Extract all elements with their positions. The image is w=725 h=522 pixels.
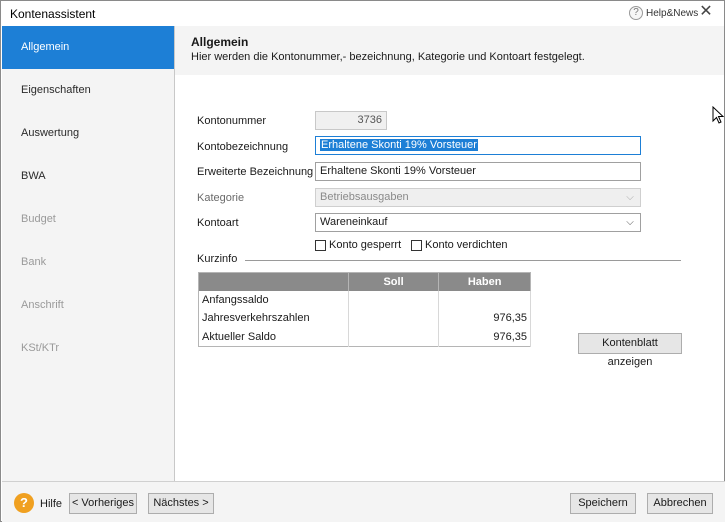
question-icon: ? — [629, 6, 643, 20]
sidebar-divider — [174, 26, 175, 481]
column-header-soll: Soll — [348, 272, 440, 291]
soll-cell — [348, 290, 440, 310]
haben-cell: 976,35 — [438, 309, 531, 328]
checkbox-box — [315, 239, 326, 251]
sidebar-item-allgemein[interactable]: Allgemein — [2, 26, 174, 69]
sidebar-item-budget: Budget — [21, 213, 56, 225]
table-row: Jahresverkehrszahlen 976,35 — [198, 309, 531, 328]
chevron-down-icon: ⌵ — [626, 217, 634, 228]
section-header: Allgemein Hier werden die Kontonummer,- … — [175, 26, 724, 75]
sidebar-item-bank: Bank — [21, 256, 47, 268]
konto-gesperrt-label: Konto gesperrt — [329, 239, 402, 251]
section-title: Allgemein — [191, 35, 249, 49]
help-news-label: Help&News — [646, 7, 699, 19]
sidebar-item-bwa[interactable]: BWA — [2, 155, 174, 198]
sidebar-item-anschrift: Anschrift — [21, 299, 64, 311]
sidebar: Allgemein Eigenschaften Auswertung BWA B… — [2, 26, 174, 481]
sidebar-item-kst-ktr: KSt/KTr — [21, 342, 60, 354]
title-bar: Kontenassistent ? Help&News ✕ — [1, 1, 724, 26]
column-header — [198, 272, 349, 291]
checkbox-box — [411, 239, 422, 251]
kontonummer-label: Kontonummer — [197, 115, 267, 127]
kurzinfo-table: Soll Haben Anfangssaldo Jahresverkehrsza… — [198, 272, 531, 347]
row-label: Aktueller Saldo — [198, 327, 349, 347]
column-header-haben: Haben — [438, 272, 531, 291]
section-subtitle: Hier werden die Kontonummer,- bezeichnun… — [191, 51, 585, 63]
kategorie-label: Kategorie — [197, 192, 245, 204]
help-label[interactable]: Hilfe — [40, 498, 62, 510]
kontenassistent-window: Kontenassistent ? Help&News ✕ Allgemein … — [0, 0, 725, 522]
haben-cell: 976,35 — [438, 327, 531, 347]
chevron-down-icon: ⌵ — [626, 192, 634, 203]
kontoart-label: Kontoart — [197, 217, 239, 229]
kontoart-value: Wareneinkauf — [320, 216, 388, 228]
kontenblatt-anzeigen-button[interactable]: Kontenblatt anzeigen — [578, 333, 682, 368]
kurzinfo-label: Kurzinfo — [197, 253, 238, 265]
row-label: Jahresverkehrszahlen — [198, 309, 349, 328]
cancel-button[interactable]: Abbrechen — [647, 493, 713, 514]
sidebar-item-eigenschaften[interactable]: Eigenschaften — [2, 69, 174, 112]
help-icon[interactable]: ? — [14, 493, 34, 513]
kontobezeichnung-label: Kontobezeichnung — [197, 141, 289, 153]
next-button[interactable]: Nächstes > — [148, 493, 214, 514]
mouse-cursor-icon — [712, 106, 724, 124]
close-icon[interactable]: ✕ — [698, 3, 714, 21]
erweiterte-bezeichnung-label: Erweiterte Bezeichnung — [197, 166, 314, 178]
kontobezeichnung-value: Erhaltene Skonti 19% Vorsteuer — [320, 139, 478, 151]
soll-cell — [348, 327, 440, 347]
kontoart-select[interactable]: Wareneinkauf ⌵ — [315, 213, 641, 232]
previous-button[interactable]: < Vorheriges — [69, 493, 137, 514]
save-button[interactable]: Speichern — [570, 493, 636, 514]
window-title: Kontenassistent — [10, 7, 96, 21]
kategorie-value: Betriebsausgaben — [320, 191, 409, 203]
table-row: Anfangssaldo — [198, 290, 531, 310]
table-row: Aktueller Saldo 976,35 — [198, 327, 531, 347]
konto-verdichten-label: Konto verdichten — [425, 239, 508, 251]
table-header-row: Soll Haben — [198, 272, 531, 291]
sidebar-item-auswertung[interactable]: Auswertung — [2, 112, 174, 155]
konto-verdichten-checkbox[interactable]: Konto verdichten — [411, 239, 508, 251]
kontonummer-field: 3736 — [315, 111, 387, 130]
kontobezeichnung-input[interactable]: Erhaltene Skonti 19% Vorsteuer — [315, 136, 641, 155]
erweiterte-bezeichnung-input[interactable]: Erhaltene Skonti 19% Vorsteuer — [315, 162, 641, 181]
help-news-link[interactable]: ? Help&News — [629, 5, 698, 21]
kurzinfo-divider — [245, 260, 681, 261]
row-label: Anfangssaldo — [198, 290, 349, 310]
kategorie-select: Betriebsausgaben ⌵ — [315, 188, 641, 207]
konto-gesperrt-checkbox[interactable]: Konto gesperrt — [315, 239, 401, 251]
haben-cell — [438, 290, 531, 310]
soll-cell — [348, 309, 440, 328]
